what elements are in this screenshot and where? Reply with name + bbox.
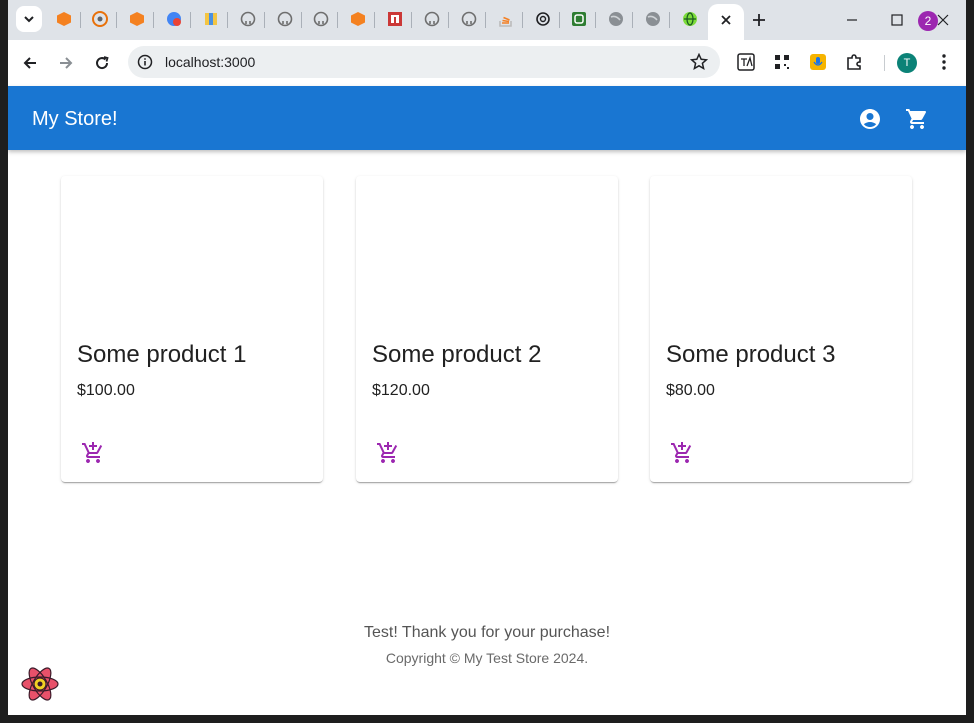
globe-icon[interactable] bbox=[608, 11, 624, 27]
npm-icon[interactable] bbox=[387, 11, 403, 27]
new-tab-button[interactable] bbox=[750, 11, 768, 29]
cart-count-badge: 2 bbox=[918, 11, 938, 31]
product-name: Some product 3 bbox=[666, 341, 836, 368]
maximize-icon[interactable] bbox=[888, 11, 906, 29]
openai-icon[interactable] bbox=[535, 11, 551, 27]
qr-icon[interactable] bbox=[772, 52, 792, 72]
back-icon[interactable] bbox=[19, 52, 41, 74]
menu-kebab-icon[interactable] bbox=[934, 52, 954, 72]
github-icon[interactable] bbox=[277, 11, 293, 27]
add-cart-icon bbox=[671, 442, 692, 463]
github-icon[interactable] bbox=[461, 11, 477, 27]
product-name: Some product 1 bbox=[77, 341, 247, 368]
close-tab-icon[interactable] bbox=[718, 12, 734, 28]
box-icon[interactable] bbox=[129, 11, 145, 27]
minimize-icon[interactable] bbox=[843, 11, 861, 29]
box-icon[interactable] bbox=[56, 11, 72, 27]
browser-window: localhost:3000 T My Store! 2 Some produc… bbox=[8, 0, 966, 715]
copyright-text: Copyright © My Test Store 2024. bbox=[385, 650, 589, 666]
active-tab[interactable] bbox=[708, 4, 744, 40]
add-to-cart-button[interactable] bbox=[372, 437, 404, 469]
github-icon[interactable] bbox=[424, 11, 440, 27]
github-icon[interactable] bbox=[313, 11, 329, 27]
account-icon[interactable] bbox=[858, 107, 882, 131]
package-icon[interactable] bbox=[203, 11, 219, 27]
tab-strip bbox=[8, 0, 966, 40]
mic-icon[interactable] bbox=[808, 52, 828, 72]
translate-icon[interactable] bbox=[736, 52, 756, 72]
url-text[interactable]: localhost:3000 bbox=[165, 54, 255, 70]
reload-icon[interactable] bbox=[91, 52, 113, 74]
forward-icon[interactable] bbox=[55, 52, 77, 74]
product-card: Some product 1 $100.00 bbox=[61, 176, 323, 482]
toolbar-separator bbox=[884, 55, 885, 71]
browser-toolbar: localhost:3000 T bbox=[8, 40, 966, 86]
box-icon[interactable] bbox=[350, 11, 366, 27]
product-price: $100.00 bbox=[77, 382, 135, 399]
product-name: Some product 2 bbox=[372, 341, 542, 368]
media-icon[interactable] bbox=[166, 11, 182, 27]
product-card: Some product 2 $120.00 bbox=[356, 176, 618, 482]
chevron-down-icon bbox=[24, 16, 34, 23]
site-info-icon[interactable] bbox=[137, 54, 153, 70]
app-bar: My Store! bbox=[8, 86, 966, 150]
product-card: Some product 3 $80.00 bbox=[650, 176, 912, 482]
add-cart-icon bbox=[82, 442, 103, 463]
profile-avatar[interactable]: T bbox=[897, 53, 917, 73]
address-bar[interactable]: localhost:3000 bbox=[128, 46, 720, 78]
stackoverflow-icon[interactable] bbox=[498, 11, 514, 27]
product-price: $120.00 bbox=[372, 382, 430, 399]
add-to-cart-button[interactable] bbox=[77, 437, 109, 469]
store-title[interactable]: My Store! bbox=[32, 107, 118, 131]
puzzle-icon[interactable] bbox=[844, 52, 864, 72]
product-price: $80.00 bbox=[666, 382, 715, 399]
globe-icon[interactable] bbox=[645, 11, 661, 27]
purchase-message: Test! Thank you for your purchase! bbox=[363, 624, 611, 641]
cart-icon[interactable] bbox=[905, 107, 929, 131]
add-to-cart-button[interactable] bbox=[666, 437, 698, 469]
github-icon[interactable] bbox=[240, 11, 256, 27]
chrome-icon[interactable] bbox=[92, 11, 108, 27]
tab-search-button[interactable] bbox=[16, 6, 42, 32]
app-icon[interactable] bbox=[571, 11, 587, 27]
web-icon[interactable] bbox=[682, 11, 698, 27]
bookmark-star-icon[interactable] bbox=[690, 53, 708, 71]
react-devtools-icon[interactable] bbox=[20, 664, 60, 704]
add-cart-icon bbox=[377, 442, 398, 463]
